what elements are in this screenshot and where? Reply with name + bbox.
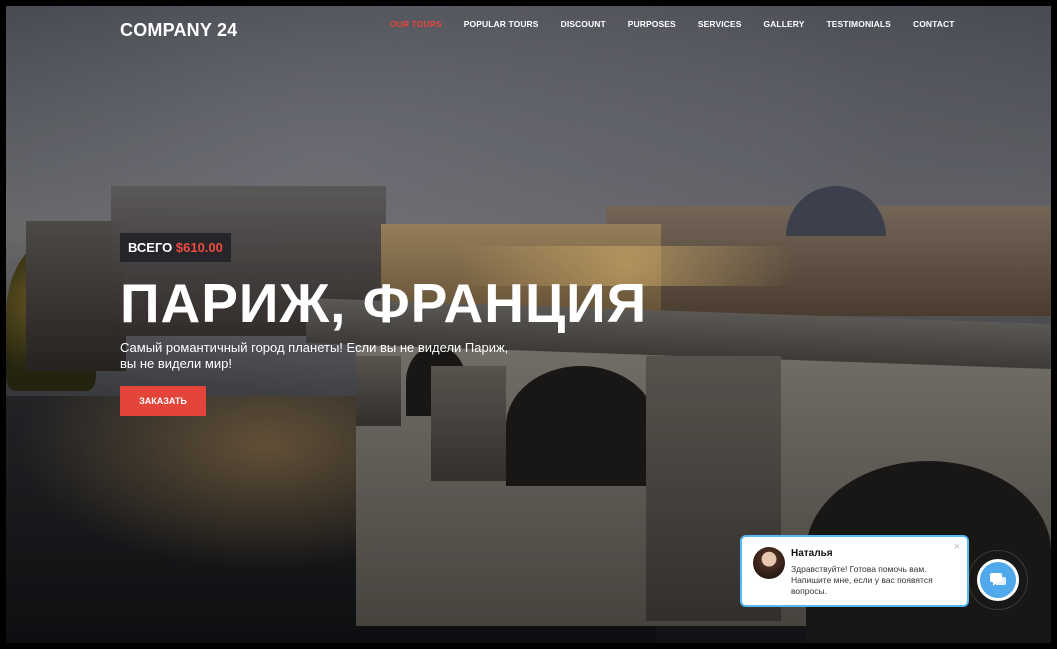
price-badge: ВСЕГО $610.00 [120, 233, 231, 262]
hero-subtitle-line: Самый романтичный город планеты! Если вы… [120, 340, 509, 355]
hero-subtitle-line: вы не видели мир! [120, 356, 232, 371]
main-nav: OUR TOURS POPULAR TOURS DISCOUNT PURPOSE… [390, 19, 955, 29]
chat-open-button[interactable] [977, 559, 1019, 601]
chat-popup[interactable]: Наталья Здравствуйте! Готова помочь вам.… [740, 535, 969, 607]
chat-bubble-icon [990, 573, 1006, 586]
nav-testimonials[interactable]: TESTIMONIALS [826, 19, 890, 29]
price-prefix: ВСЕГО [128, 240, 173, 255]
nav-popular-tours[interactable]: POPULAR TOURS [464, 19, 539, 29]
order-button[interactable]: ЗАКАЗАТЬ [120, 386, 206, 416]
nav-gallery[interactable]: GALLERY [763, 19, 804, 29]
agent-name: Наталья [791, 548, 833, 559]
chat-message: Здравствуйте! Готова помочь вам. Напишит… [791, 564, 933, 596]
nav-contact[interactable]: CONTACT [913, 19, 955, 29]
hero-title: ПАРИЖ, ФРАНЦИЯ [120, 272, 648, 334]
nav-discount[interactable]: DISCOUNT [561, 19, 606, 29]
nav-purposes[interactable]: PURPOSES [628, 19, 676, 29]
company-logo[interactable]: COMPANY 24 [120, 20, 237, 41]
nav-services[interactable]: SERVICES [698, 19, 742, 29]
close-icon[interactable]: × [954, 541, 960, 553]
price-amount: $610.00 [175, 240, 223, 255]
agent-avatar [753, 547, 785, 579]
hero-subtitle: Самый романтичный город планеты! Если вы… [120, 340, 540, 372]
nav-our-tours[interactable]: OUR TOURS [390, 19, 442, 29]
